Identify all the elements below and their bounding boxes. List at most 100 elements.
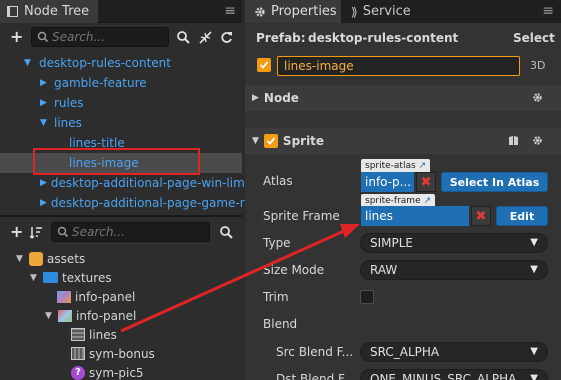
- search-icon[interactable]: [220, 226, 233, 239]
- size-mode-dropdown[interactable]: RAW ▼: [360, 260, 548, 280]
- dst-blend-dropdown[interactable]: ONE_MINUS_SRC_ALPHA ▼: [360, 369, 548, 380]
- prefab-select-button[interactable]: Select: [513, 31, 555, 45]
- close-icon: ✖: [475, 208, 487, 224]
- expand-arrow-icon[interactable]: ▼: [24, 58, 34, 68]
- sprite-enabled-checkbox[interactable]: [263, 134, 278, 148]
- asset-label: assets: [47, 251, 86, 266]
- expand-arrow-icon[interactable]: ▶: [40, 178, 47, 188]
- node-section-header[interactable]: ▶ Node: [245, 85, 561, 111]
- close-icon: ✖: [420, 174, 432, 190]
- tree-node[interactable]: ▶ desktop-additional-page-win-limit: [0, 173, 253, 193]
- panel-divider[interactable]: [0, 215, 242, 217]
- asset-tree-item[interactable]: ? sym-pic5: [0, 363, 242, 380]
- tree-node-label: lines: [54, 116, 82, 130]
- dst-blend-label: Dst Blend F...: [276, 372, 355, 380]
- expand-arrow-icon[interactable]: ▼: [30, 273, 40, 283]
- tab-properties-label: Properties: [271, 4, 337, 19]
- unknown-asset-icon: ?: [71, 365, 85, 380]
- asset-label: info-panel: [76, 308, 137, 323]
- prefab-label: Prefab:: [256, 31, 306, 45]
- tree-node[interactable]: ▶ desktop-additional-page-game-resu: [0, 193, 266, 213]
- search-icon[interactable]: [177, 31, 190, 44]
- refresh-icon[interactable]: [220, 31, 233, 44]
- asset-tree-item[interactable]: ▼ assets: [0, 249, 242, 268]
- tree-node-label: desktop-additional-page-win-limit: [50, 176, 253, 190]
- search-icon: [37, 31, 49, 43]
- select-in-atlas-button[interactable]: Select In Atlas: [441, 172, 548, 192]
- mode-3d-toggle[interactable]: 3D: [530, 59, 545, 72]
- edit-sprite-frame-button[interactable]: Edit: [496, 206, 548, 226]
- node-section-title: Node: [263, 91, 299, 105]
- tree-node[interactable]: ▼ lines: [0, 113, 242, 133]
- gear-icon[interactable]: [532, 135, 543, 146]
- tab-service-label: Service: [362, 4, 411, 19]
- collapse-arrow-icon: ▶: [252, 93, 259, 103]
- asset-search-input[interactable]: [72, 225, 209, 239]
- asset-type-label: sprite-atlas: [365, 160, 416, 171]
- type-dropdown[interactable]: SIMPLE ▼: [360, 233, 548, 253]
- texture-icon: [58, 309, 72, 322]
- add-asset-icon[interactable]: +: [10, 222, 23, 241]
- sprite-section-header[interactable]: ▼ Sprite: [245, 128, 561, 154]
- gear-icon[interactable]: [532, 92, 543, 103]
- clear-atlas-button[interactable]: ✖: [416, 172, 436, 192]
- sprite-frame-field[interactable]: lines: [361, 206, 469, 226]
- node-search-input[interactable]: [52, 30, 168, 44]
- properties-panel: Properties ⟫ Service ≡ Prefab: desktop-r…: [245, 0, 561, 380]
- check-icon: [266, 137, 276, 145]
- expand-arrow-icon[interactable]: ▼: [16, 254, 26, 264]
- asset-search-field[interactable]: [51, 222, 210, 242]
- node-name-field[interactable]: lines-image: [277, 56, 520, 76]
- sort-icon[interactable]: [29, 226, 43, 239]
- asset-label: sym-pic5: [89, 365, 144, 380]
- tree-node[interactable]: ▶ gamble-feature: [0, 73, 242, 93]
- tab-node-tree[interactable]: Node Tree: [0, 0, 98, 23]
- tab-service[interactable]: ⟫ Service: [342, 0, 438, 23]
- asset-tree-item[interactable]: sym-bonus: [0, 344, 242, 363]
- sprite-atlas-type-tag: sprite-atlas ↗: [361, 159, 431, 172]
- node-search-field[interactable]: [31, 27, 169, 47]
- clear-sprite-frame-button[interactable]: ✖: [471, 206, 491, 226]
- sprite-frame-icon: [71, 347, 85, 360]
- folder-icon: [43, 272, 58, 283]
- asset-tree-item[interactable]: ▼ textures: [0, 268, 242, 287]
- node-tree-tabbar: Node Tree ≡: [0, 0, 242, 23]
- node-tree-toolbar: +: [0, 24, 242, 51]
- node-active-checkbox[interactable]: [257, 58, 271, 72]
- assets-toolbar: +: [0, 219, 242, 246]
- expand-arrow-icon[interactable]: ▼: [40, 118, 50, 128]
- panel-menu-icon[interactable]: ≡: [542, 3, 554, 19]
- atlas-field[interactable]: info-p...: [361, 172, 414, 192]
- panel-menu-icon[interactable]: ≡: [224, 3, 236, 19]
- asset-tree-item[interactable]: info-panel: [0, 287, 242, 306]
- collapse-all-icon[interactable]: [199, 31, 212, 44]
- expand-arrow-icon[interactable]: ▶: [40, 98, 50, 108]
- atlas-label: Atlas: [263, 174, 293, 188]
- search-icon: [57, 226, 69, 238]
- external-link-icon[interactable]: ↗: [424, 196, 432, 206]
- tab-properties[interactable]: Properties: [245, 0, 341, 23]
- texture-icon: [57, 290, 71, 303]
- sprite-section-title: Sprite: [282, 134, 325, 148]
- asset-tree-item[interactable]: lines: [0, 325, 242, 344]
- asset-type-label: sprite-frame: [365, 195, 421, 206]
- highlight-annotation-box: [33, 148, 200, 175]
- chevron-down-icon: ▼: [530, 346, 538, 357]
- type-label: Type: [263, 236, 291, 250]
- asset-tree-item[interactable]: ▼ info-panel: [0, 306, 242, 325]
- tree-node[interactable]: ▼ desktop-rules-content: [0, 53, 242, 73]
- collapse-arrow-icon: ▼: [252, 136, 259, 146]
- expand-arrow-icon[interactable]: ▶: [40, 78, 50, 88]
- size-mode-value: RAW: [370, 263, 398, 277]
- type-value: SIMPLE: [370, 236, 414, 250]
- expand-arrow-icon[interactable]: ▶: [40, 198, 47, 208]
- chevron-down-icon: ▼: [530, 373, 538, 380]
- src-blend-dropdown[interactable]: SRC_ALPHA ▼: [360, 342, 548, 362]
- trim-checkbox[interactable]: [360, 290, 374, 304]
- expand-arrow-icon[interactable]: ▼: [45, 311, 55, 321]
- sprite-frame-label: Sprite Frame: [263, 209, 340, 223]
- tree-node[interactable]: ▶ rules: [0, 93, 242, 113]
- add-node-icon[interactable]: +: [10, 27, 23, 46]
- book-icon[interactable]: [508, 135, 519, 146]
- external-link-icon[interactable]: ↗: [419, 161, 427, 171]
